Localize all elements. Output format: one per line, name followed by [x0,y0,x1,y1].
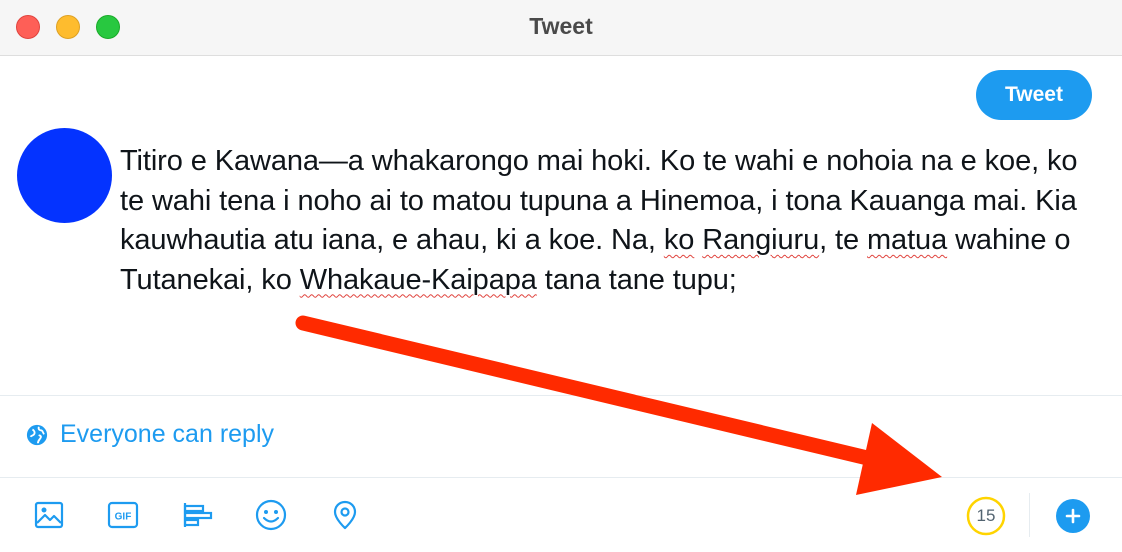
media-button[interactable] [31,497,67,533]
avatar [17,128,112,223]
character-counter: 15 [976,506,996,525]
gif-button[interactable]: GIF [105,497,141,533]
window-titlebar: Tweet [0,0,1122,56]
emoji-button[interactable] [253,497,289,533]
compose-text: tana tane tupu; [536,263,737,296]
misspelled-word: matua [867,224,948,256]
location-button[interactable] [327,497,363,533]
tweet-compose-textarea[interactable]: Titiro e Kawana—a whakarongo mai hoki. K… [120,142,1095,300]
add-tweet-button[interactable] [1056,499,1090,533]
window-title: Tweet [529,13,593,39]
misspelled-word: ko [663,224,695,256]
image-icon [34,501,64,529]
misspelled-word: Rangiuru [702,224,820,256]
plus-icon [1065,508,1081,524]
divider [0,477,1122,478]
compose-text: , te [819,224,867,256]
gif-label: GIF [115,512,132,523]
tweet-button[interactable]: Tweet [976,70,1092,120]
gif-icon: GIF [107,501,139,529]
reply-setting-button[interactable]: Everyone can reply [26,420,274,449]
poll-icon [183,503,213,527]
divider [1029,493,1030,537]
globe-icon [26,424,48,445]
emoji-icon [255,499,287,531]
poll-button[interactable] [179,497,215,533]
divider [0,395,1122,396]
location-icon [333,500,357,530]
misspelled-word: Whakaue-Kaipapa [299,263,537,296]
reply-setting-label: Everyone can reply [60,420,275,448]
